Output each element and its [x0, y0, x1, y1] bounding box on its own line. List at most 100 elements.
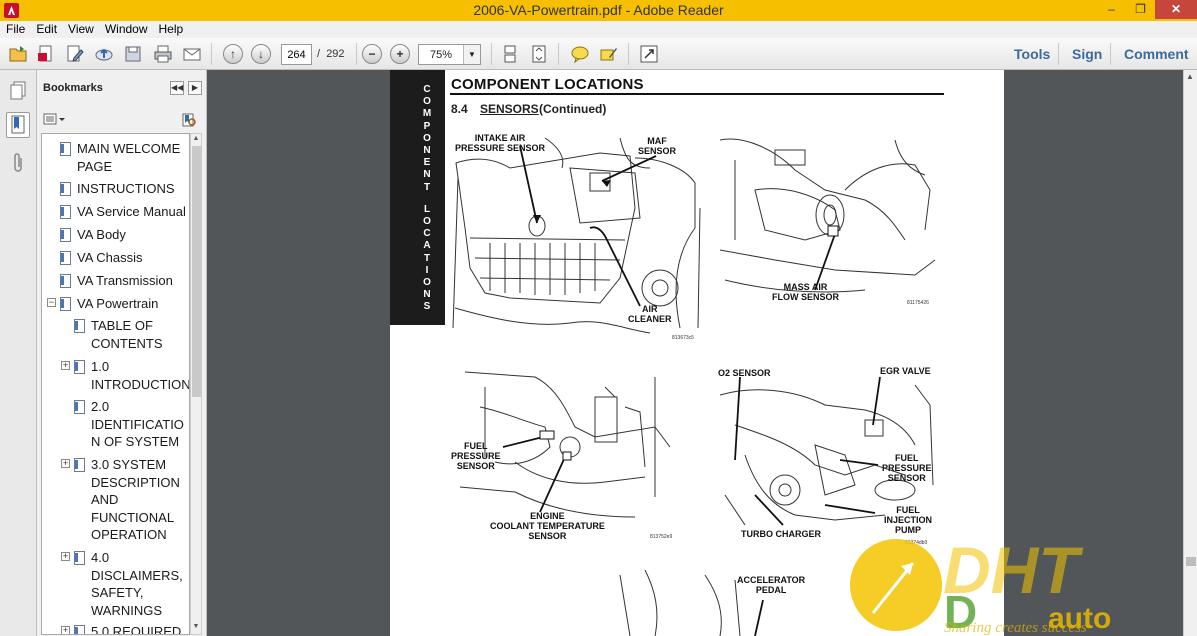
- window-title: 2006-VA-Powertrain.pdf - Adobe Reader: [473, 2, 724, 18]
- expand-plus-icon[interactable]: +: [61, 459, 70, 468]
- bookmark-label-line: CONTENTS: [91, 335, 163, 351]
- bookmark-options-menu[interactable]: [43, 113, 65, 128]
- menu-file[interactable]: File: [0, 21, 30, 38]
- comment-link[interactable]: Comment: [1124, 46, 1189, 62]
- open-folder-icon[interactable]: [7, 43, 29, 65]
- sign-link[interactable]: Sign: [1072, 46, 1102, 62]
- scrolling-mode-icon[interactable]: [499, 43, 521, 65]
- label-intake-air-pressure-sensor: INTAKE AIR PRESSURE SENSOR: [455, 133, 546, 153]
- page-separator: /: [317, 48, 321, 60]
- email-icon[interactable]: [181, 43, 203, 65]
- menu-window[interactable]: Window: [99, 21, 153, 38]
- label-maf-sensor: MAF SENSOR: [638, 136, 677, 156]
- dht-auto-watermark: DHT D auto Sharing creates success: [848, 533, 1188, 636]
- bookmarks-panel-icon[interactable]: [6, 112, 30, 138]
- bookmarks-scroll-thumb[interactable]: [192, 146, 201, 397]
- label-turbo-charger: TURBO CHARGER: [741, 529, 821, 539]
- label-engine-coolant-temperature-sensor: ENGINE COOLANT TEMPERATURE SENSOR: [490, 511, 605, 541]
- page-thumbnails-icon[interactable]: [6, 78, 30, 104]
- sticky-note-icon[interactable]: [569, 43, 591, 65]
- bookmark-label-line: TABLE OF: [91, 318, 153, 333]
- page-number-input[interactable]: [281, 44, 312, 65]
- chevron-down-icon[interactable]: ▼: [463, 45, 480, 64]
- maximize-button[interactable]: ❐: [1127, 0, 1154, 19]
- scroll-down-arrow-icon[interactable]: ▼: [191, 623, 201, 634]
- bookmark-label-line: 5.0 REQUIRED: [91, 624, 182, 635]
- bookmark-item[interactable]: MAIN WELCOME PAGE: [77, 140, 180, 175]
- menu-edit[interactable]: Edit: [30, 21, 62, 38]
- bookmark-icon: [74, 400, 85, 414]
- menu-help[interactable]: Help: [153, 21, 189, 38]
- bookmark-label-line: 3.0 SYSTEM: [91, 457, 167, 472]
- zoom-in-button[interactable]: +: [389, 43, 411, 65]
- fit-page-icon[interactable]: [528, 43, 550, 65]
- next-page-button[interactable]: ↓: [250, 43, 272, 65]
- zoom-select[interactable]: 75% ▼: [418, 44, 481, 65]
- bookmark-label-line: VA Service Manual: [77, 204, 186, 219]
- tools-link[interactable]: Tools: [1014, 46, 1050, 62]
- bookmarks-scrollbar[interactable]: ▲ ▼: [190, 133, 202, 635]
- label-o2-sensor: O2 SENSOR: [718, 368, 771, 378]
- expand-panel-icon[interactable]: ▶: [188, 81, 202, 95]
- scroll-up-arrow-icon[interactable]: ▲: [1186, 72, 1194, 81]
- previous-page-button[interactable]: ↑: [222, 43, 244, 65]
- highlight-text-icon[interactable]: [598, 43, 620, 65]
- bookmark-item[interactable]: VA Chassis: [77, 249, 143, 267]
- close-button[interactable]: ✕: [1155, 0, 1197, 19]
- bookmark-item[interactable]: VA Body: [77, 226, 126, 244]
- expand-plus-icon[interactable]: +: [61, 552, 70, 561]
- bookmark-label-line: VA Powertrain: [77, 296, 159, 311]
- bookmark-label-line: N OF SYSTEM: [91, 434, 180, 449]
- bookmark-item[interactable]: 3.0 SYSTEM DESCRIPTION AND FUNCTIONAL OPERAT…: [91, 456, 180, 544]
- minimize-button[interactable]: –: [1097, 0, 1126, 19]
- label-egr-valve: EGR VALVE: [880, 366, 931, 376]
- figure-intake-maf-air-cleaner: INTAKE AIR PRESSURE SENSOR MAF SENSOR AI…: [450, 128, 705, 343]
- bookmarks-panel: Bookmarks ◀◀ ▶ MAIN WELCOME PAGE INSTRUCTI…: [37, 70, 207, 636]
- figure-o2-egr-injection-turbo: O2 SENSOR EGR VALVE FUEL PRESSURE SENSOR…: [715, 365, 940, 550]
- page-heading: COMPONENT LOCATIONS: [451, 76, 644, 93]
- collapse-minus-icon[interactable]: −: [47, 298, 56, 307]
- cloud-upload-icon[interactable]: [93, 43, 115, 65]
- label-air-cleaner: AIR CLEANER: [628, 304, 672, 324]
- scroll-up-arrow-icon[interactable]: ▲: [191, 135, 201, 146]
- bookmarks-tree: MAIN WELCOME PAGE INSTRUCTIONS VA Service M…: [41, 133, 190, 635]
- bookmark-item[interactable]: VA Service Manual: [77, 203, 186, 221]
- bookmark-item[interactable]: 1.0 INTRODUCTION: [91, 358, 189, 393]
- section-name: SENSORS: [480, 102, 539, 116]
- label-accelerator-pedal: ACCELERATOR PEDAL: [737, 575, 806, 595]
- expand-plus-icon[interactable]: +: [61, 626, 70, 634]
- bookmark-item[interactable]: 2.0 IDENTIFICATIO N OF SYSTEM: [91, 398, 184, 451]
- figure-accelerator-pedal: ACCELERATOR PEDAL: [615, 569, 855, 636]
- bookmark-item[interactable]: VA Powertrain: [77, 295, 158, 313]
- bookmark-label-line: FUNCTIONAL: [91, 509, 175, 525]
- find-bookmark-icon[interactable]: [181, 112, 197, 128]
- page-count: / 292: [317, 48, 345, 60]
- create-pdf-icon[interactable]: [35, 43, 57, 65]
- bookmark-label-line: WARNINGS: [91, 602, 163, 618]
- expand-plus-icon[interactable]: +: [61, 361, 70, 370]
- menu-view[interactable]: View: [62, 21, 99, 38]
- bookmark-label-line: AND: [91, 492, 119, 507]
- bookmarks-header: Bookmarks ◀◀ ▶: [37, 70, 207, 105]
- fullscreen-icon[interactable]: [638, 43, 660, 65]
- edit-pdf-icon[interactable]: [64, 43, 86, 65]
- bookmark-label-line: DISCLAIMERS,: [91, 567, 183, 583]
- zoom-out-button[interactable]: −: [361, 43, 383, 65]
- bookmark-label-line: INSTRUCTIONS: [77, 181, 175, 196]
- attachments-paperclip-icon[interactable]: [6, 150, 30, 176]
- bookmark-item[interactable]: INSTRUCTIONS: [77, 180, 175, 198]
- menu-bar: File Edit View Window Help: [0, 21, 1197, 38]
- svg-text:Sharing creates success: Sharing creates success: [944, 620, 1087, 636]
- bookmark-icon: [60, 297, 71, 311]
- bookmark-item[interactable]: 5.0 REQUIRED: [91, 623, 182, 635]
- bookmark-item[interactable]: 4.0 DISCLAIMERS, SAFETY, WARNINGS: [91, 549, 183, 619]
- collapse-panel-icon[interactable]: ◀◀: [170, 81, 184, 95]
- navigation-pane-strip: [0, 70, 37, 636]
- bookmark-icon: [60, 228, 71, 242]
- bookmark-label-line: OPERATION: [91, 527, 167, 542]
- bookmark-item[interactable]: VA Transmission: [77, 272, 173, 290]
- section-continued: (Continued): [539, 102, 607, 116]
- save-icon[interactable]: [122, 43, 144, 65]
- print-icon[interactable]: [152, 43, 174, 65]
- bookmark-item[interactable]: TABLE OF CONTENTS: [91, 317, 163, 352]
